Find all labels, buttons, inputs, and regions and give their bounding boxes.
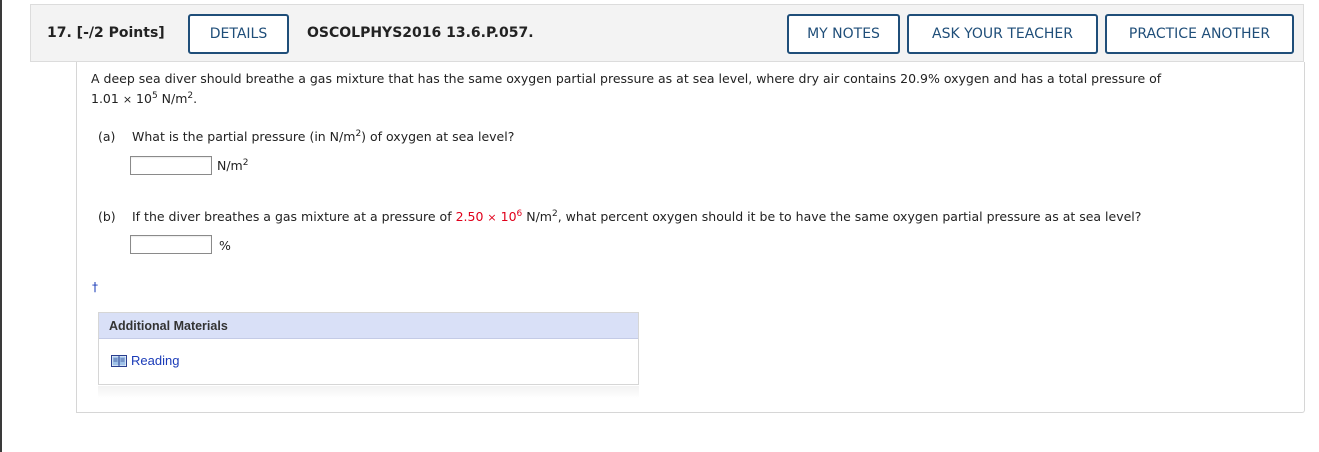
- additional-materials-title: Additional Materials: [99, 313, 638, 339]
- part-a-unit-exp: 2: [242, 158, 249, 168]
- part-a-unit: N/m2: [217, 158, 248, 173]
- intro-end: .: [193, 91, 198, 106]
- part-a-answer-input[interactable]: [130, 156, 212, 175]
- problem-code: OSCOLPHYS2016 13.6.P.057.: [307, 25, 534, 41]
- materials-divider: [98, 386, 639, 398]
- reading-link[interactable]: Reading: [111, 353, 179, 368]
- part-b-text-before: If the diver breathes a gas mixture at a…: [132, 209, 452, 224]
- intro-value: 1.01: [91, 91, 119, 106]
- left-border: [0, 0, 2, 452]
- intro-times: ×: [122, 93, 133, 106]
- part-a-question: What is the partial pressure (in N/m2) o…: [132, 129, 514, 144]
- part-b-text-after: , what percent oxygen should it be to ha…: [557, 209, 1142, 224]
- part-b-value-highlight: 2.50 × 106: [456, 209, 523, 224]
- question-intro-line1: A deep sea diver should breathe a gas mi…: [91, 71, 1162, 86]
- intro-base: 10: [136, 91, 152, 106]
- part-b-label: (b): [98, 209, 116, 224]
- part-a-label: (a): [98, 129, 116, 144]
- additional-materials-panel: Additional Materials Reading: [98, 312, 639, 385]
- details-button[interactable]: DETAILS: [188, 14, 289, 54]
- part-a-text-after: ) of oxygen at sea level?: [361, 129, 515, 144]
- dagger-footnote-mark: †: [92, 280, 98, 294]
- part-b-exp: 6: [516, 209, 523, 219]
- book-icon: [111, 354, 127, 367]
- part-b-unit-text: N/m: [526, 209, 552, 224]
- question-number: 17. [-/2 Points]: [47, 25, 165, 41]
- part-a-text-before: What is the partial pressure (in N/m: [132, 129, 356, 144]
- intro-unit: N/m: [161, 91, 188, 106]
- part-a-unit-text: N/m: [217, 158, 243, 173]
- question-intro-line2: 1.01 × 105 N/m2.: [91, 91, 197, 106]
- part-b-base: 10: [500, 209, 517, 224]
- part-b-times: ×: [487, 211, 497, 224]
- practice-another-button[interactable]: PRACTICE ANOTHER: [1105, 14, 1294, 54]
- part-b-value: 2.50: [455, 209, 484, 224]
- intro-exp: 5: [151, 91, 158, 101]
- question-header: 17. [-/2 Points] DETAILS OSCOLPHYS2016 1…: [30, 4, 1304, 62]
- reading-label[interactable]: Reading: [131, 353, 179, 368]
- part-b-question: If the diver breathes a gas mixture at a…: [132, 209, 1141, 224]
- my-notes-button[interactable]: MY NOTES: [787, 14, 900, 54]
- part-b-answer-input[interactable]: [130, 235, 212, 254]
- ask-teacher-button[interactable]: ASK YOUR TEACHER: [907, 14, 1098, 54]
- question-body: A deep sea diver should breathe a gas mi…: [76, 62, 1305, 413]
- part-b-unit: %: [219, 238, 231, 253]
